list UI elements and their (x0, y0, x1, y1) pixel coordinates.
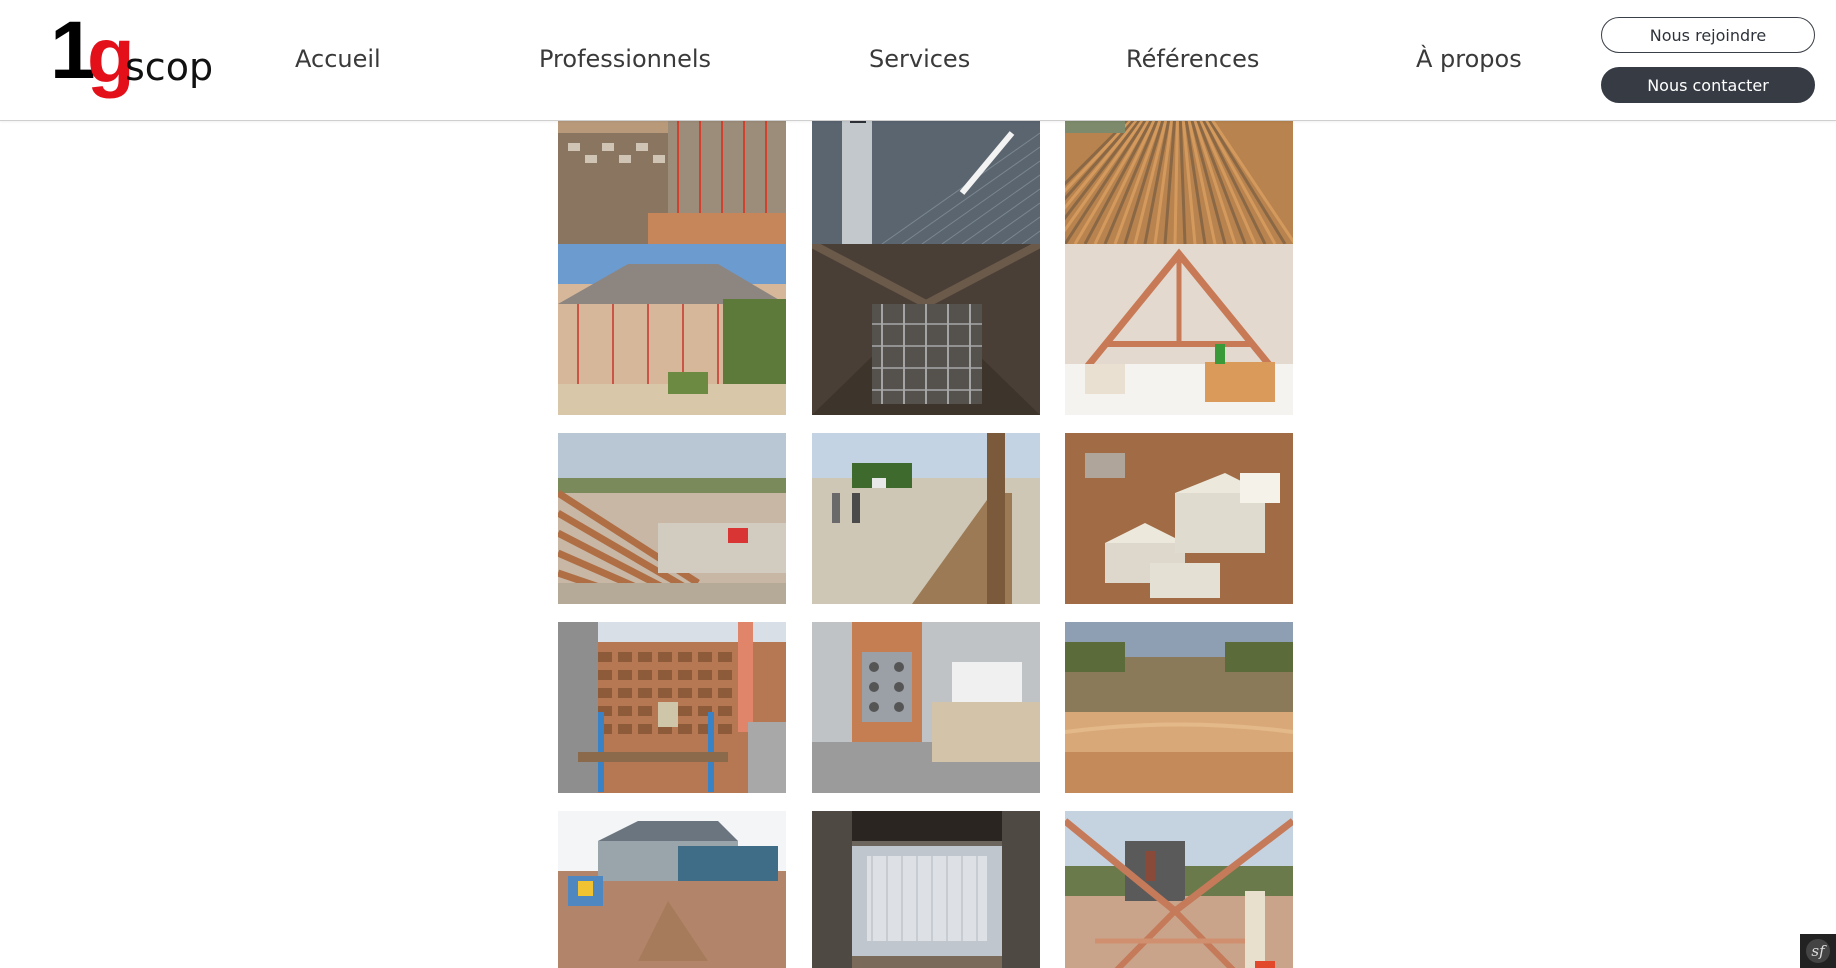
gallery-photo[interactable] (558, 433, 786, 604)
symfony-icon: sf (1806, 939, 1830, 963)
photo-gallery (0, 0, 1836, 968)
photo-image (558, 433, 786, 604)
join-button[interactable]: Nous rejoindre (1601, 17, 1815, 53)
photo-image (558, 244, 786, 415)
photo-image (812, 811, 1040, 968)
gallery-photo[interactable] (812, 622, 1040, 793)
gallery-photo[interactable] (812, 811, 1040, 968)
gallery-photo[interactable] (1065, 244, 1293, 415)
gallery-photo[interactable] (812, 244, 1040, 415)
nav-services[interactable]: Services (869, 44, 970, 74)
gallery-photo[interactable] (1065, 433, 1293, 604)
nav-references[interactable]: Références (1126, 44, 1259, 74)
site-logo[interactable]: 1 g scop (50, 10, 214, 105)
photo-image (558, 811, 786, 968)
photo-image (812, 622, 1040, 793)
gallery-photo[interactable] (1065, 811, 1293, 968)
gallery-photo[interactable] (812, 433, 1040, 604)
nav-a-propos[interactable]: À propos (1416, 44, 1522, 74)
nav-accueil[interactable]: Accueil (295, 44, 381, 74)
photo-image (558, 622, 786, 793)
photo-image (1065, 244, 1293, 415)
photo-image (1065, 811, 1293, 968)
gallery-photo[interactable] (558, 811, 786, 968)
photo-image (812, 244, 1040, 415)
photo-image (1065, 433, 1293, 604)
photo-image (1065, 622, 1293, 793)
gallery-photo[interactable] (558, 244, 786, 415)
contact-button[interactable]: Nous contacter (1601, 67, 1815, 103)
photo-image (812, 433, 1040, 604)
gallery-photo[interactable] (558, 622, 786, 793)
site-header: 1 g scop Accueil Professionnels Services… (0, 0, 1836, 121)
nav-professionnels[interactable]: Professionnels (539, 44, 711, 74)
symfony-toolbar-toggle[interactable]: sf (1800, 934, 1836, 968)
gallery-photo[interactable] (1065, 622, 1293, 793)
logo-word: scop (125, 45, 214, 89)
